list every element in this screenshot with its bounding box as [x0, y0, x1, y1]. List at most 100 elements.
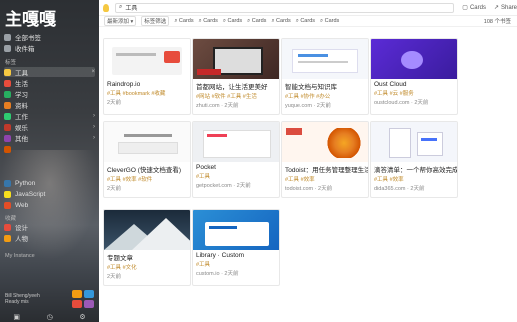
- bookmark-title: 专题文章: [107, 255, 133, 262]
- sidebar-item-label: JavaScript: [15, 190, 46, 198]
- cards-icon: ▢: [462, 5, 468, 11]
- bookmark-thumbnail: [371, 39, 457, 79]
- filter-chip[interactable]: ⌕ Cards: [174, 18, 193, 25]
- sidebar-item-label: 设计: [15, 225, 28, 232]
- sidebar-tag-item-7[interactable]: [4, 144, 95, 154]
- bookmark-thumbnail: [104, 210, 190, 250]
- search-value: 工具: [125, 6, 138, 12]
- bookmark-thumbnail: [282, 39, 368, 79]
- bookmark-card[interactable]: Oust Cloud #工具 #云 #服务 oustcloud.com · 2天前: [370, 38, 458, 115]
- bookmark-title: 滴答清单：一个帮你高效完成任务的清单: [374, 167, 457, 174]
- sidebar-item-label: 资料: [15, 103, 28, 110]
- filter-chip[interactable]: ⌕ Cards: [320, 18, 339, 25]
- sidebar-section-tags: 标签: [5, 60, 17, 66]
- sidebar-item-label: Python: [15, 179, 36, 187]
- share-icon: ↗: [493, 5, 499, 11]
- bookmark-card[interactable]: Raindrop.io #工具 #bookmark #收藏 2天前: [103, 38, 191, 115]
- cards-view-button[interactable]: ▢ Cards: [462, 4, 486, 12]
- quick-tiles: [72, 290, 94, 308]
- gear-icon[interactable]: ⚙: [79, 313, 85, 321]
- filter-button[interactable]: 标签筛选: [141, 16, 170, 26]
- sort-dropdown[interactable]: 最新添加 ▾: [104, 16, 137, 26]
- chevron-right-icon[interactable]: ›: [93, 135, 95, 141]
- tile-orange[interactable]: [72, 290, 82, 298]
- sidebar-tag-item-0[interactable]: 工具 ×: [4, 67, 95, 77]
- sidebar-lang-item-1[interactable]: JavaScript: [4, 189, 95, 199]
- bookmark-title: Library · Custom: [196, 252, 245, 259]
- lightbulb-icon[interactable]: [103, 3, 109, 12]
- tag-color-icon: [4, 223, 11, 231]
- bookmark-card[interactable]: Library · Custom #工具 custom.io · 2天前: [192, 209, 280, 286]
- bookmark-tags: #工具 #效率: [374, 177, 404, 183]
- tag-color-icon: [4, 90, 11, 98]
- bookmarks-icon: [4, 33, 11, 41]
- chevron-right-icon[interactable]: ›: [93, 113, 95, 119]
- share-button[interactable]: ↗ Share: [493, 4, 517, 12]
- bookmark-thumbnail: [371, 122, 457, 162]
- bookmark-card[interactable]: Pocket #工具 getpocket.com · 2天前: [192, 121, 280, 198]
- bookmark-card[interactable]: CleverGO (快速文档查看) #工具 #效率 #软件 2天前: [103, 121, 191, 198]
- chevron-right-icon[interactable]: ›: [93, 124, 95, 130]
- share-label: Share: [500, 4, 517, 11]
- app-logo: 主嘎嘎: [5, 10, 56, 30]
- bookmark-card[interactable]: 首都网站，让生活更美好 #网站 #软件 #工具 #生活 zhuti.com · 2天…: [192, 38, 280, 115]
- tile-blue[interactable]: [84, 290, 94, 298]
- tag-color-icon: [4, 112, 11, 120]
- filter-chip[interactable]: ⌕ Cards: [247, 18, 266, 25]
- screen-icon[interactable]: ▣: [13, 313, 20, 321]
- sidebar-tag-item-5[interactable]: 娱乐 ›: [4, 122, 95, 132]
- bookmark-card[interactable]: 滴答清单：一个帮你高效完成任务的清单 #工具 #效率 dida365.com · 2…: [370, 121, 458, 198]
- sidebar-tag-item-2[interactable]: 学习: [4, 89, 95, 99]
- tag-color-icon: [4, 201, 11, 209]
- tag-color-icon: [4, 145, 11, 153]
- bookmark-thumbnail: [104, 39, 190, 79]
- clock-icon[interactable]: ◷: [47, 313, 53, 321]
- sidebar-lang-item-0[interactable]: Python: [4, 178, 95, 188]
- sidebar-item-all-bookmarks[interactable]: 全部书签: [4, 32, 95, 42]
- bookmark-card[interactable]: 智能文档与知识库 #工具 #协作 #办公 yuque.com · 2天前: [281, 38, 369, 115]
- sidebar-tag-item-6[interactable]: 其他 ›: [4, 133, 95, 143]
- sidebar-tag-item-3[interactable]: 资料: [4, 100, 95, 110]
- close-icon[interactable]: ×: [91, 69, 95, 75]
- bookmark-thumbnail: [104, 122, 190, 162]
- bookmark-title: Oust Cloud: [374, 81, 407, 88]
- bookmark-meta: todoist.com · 2天前: [285, 186, 333, 192]
- tag-color-icon: [4, 134, 11, 142]
- bookmark-title: Raindrop.io: [107, 81, 141, 88]
- sidebar-tag-item-4[interactable]: 工作 ›: [4, 111, 95, 121]
- sidebar-item-label: 学习: [15, 92, 28, 99]
- bookmark-tags: #工具 #协作 #办公: [285, 94, 331, 100]
- tile-red[interactable]: [72, 300, 82, 308]
- filter-chip[interactable]: ⌕ Cards: [223, 18, 242, 25]
- bookmark-card[interactable]: 专题文章 #工具 #文化 2天前: [103, 209, 191, 286]
- user-info[interactable]: Bill Sheng/yeeh Ready mis: [5, 293, 40, 305]
- sidebar-section-instance: My Instance: [5, 253, 35, 259]
- filter-chip[interactable]: ⌕ Cards: [271, 18, 290, 25]
- tag-color-icon: [4, 79, 11, 87]
- search-icon: ⌕: [118, 4, 123, 10]
- bookmark-tags: #工具 #效率: [285, 177, 315, 183]
- sidebar-item-inbox[interactable]: 收件箱: [4, 43, 95, 53]
- sidebar-item-label: Web: [15, 201, 29, 209]
- filter-chip[interactable]: ⌕ Cards: [296, 18, 315, 25]
- bookmark-card[interactable]: Todoist：用任务管理整理生活 #工具 #效率 todoist.com · 2天…: [281, 121, 369, 198]
- bookmark-tags: #工具 #云 #服务: [374, 91, 414, 97]
- sidebar-item-label: 人物: [15, 236, 28, 243]
- bookmark-title: Pocket: [196, 164, 216, 171]
- bookmark-tags: #工具 #效率 #软件: [107, 177, 153, 183]
- bookmark-thumbnail: [193, 39, 279, 79]
- sidebar-lang-item-2[interactable]: Web: [4, 200, 95, 210]
- sidebar-item-label: 全部书签: [15, 35, 41, 42]
- search-input[interactable]: ⌕ 工具: [114, 2, 455, 13]
- bookmark-meta: getpocket.com · 2天前: [196, 183, 251, 189]
- filter-chip[interactable]: ⌕ Cards: [199, 18, 218, 25]
- sidebar-tag-item-1[interactable]: 生活: [4, 78, 95, 88]
- bookmark-meta: oustcloud.com · 2天前: [374, 100, 429, 106]
- sidebar-fav-item-1[interactable]: 人物: [4, 233, 95, 243]
- bookmark-tags: #工具: [196, 262, 211, 268]
- sidebar-item-label: 工具: [15, 70, 28, 77]
- sidebar-fav-item-0[interactable]: 设计: [4, 222, 95, 232]
- sidebar-item-label: 收件箱: [15, 46, 35, 53]
- sidebar-item-label: 生活: [15, 81, 28, 88]
- tile-purple[interactable]: [84, 300, 94, 308]
